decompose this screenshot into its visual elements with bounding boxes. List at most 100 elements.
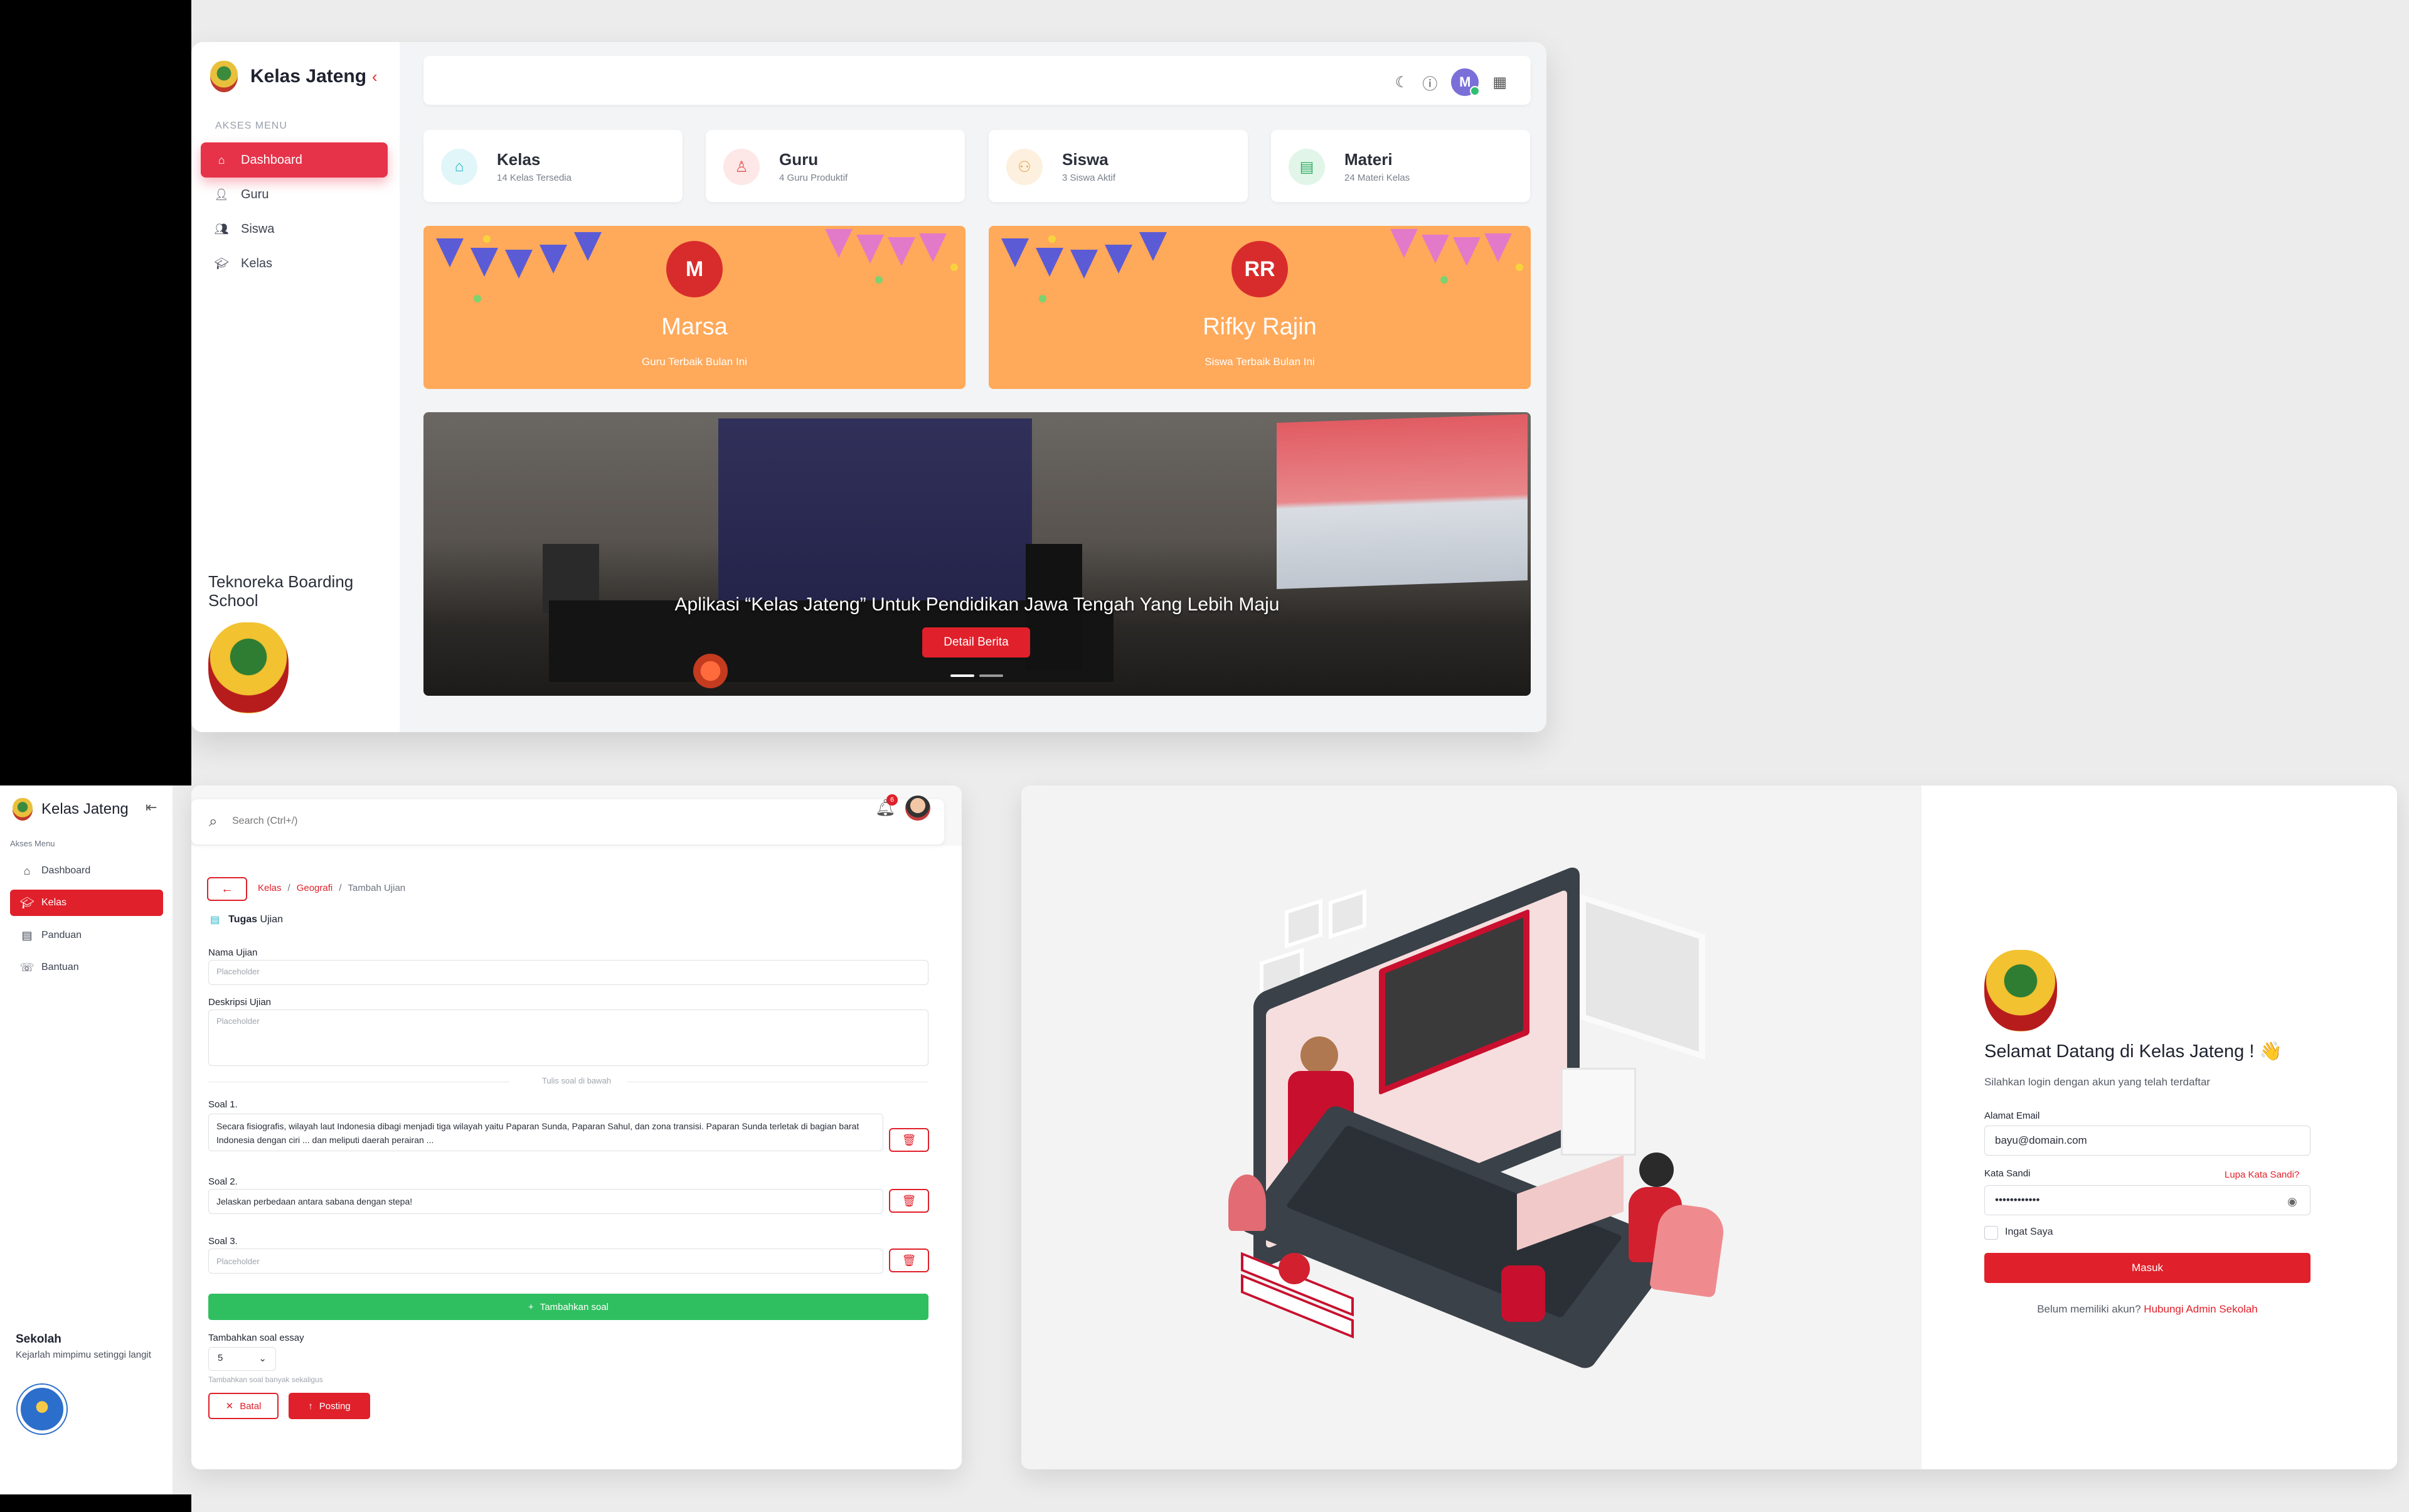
question-input[interactable]: Jelaskan perbedaan antara sabana dengan … <box>208 1189 883 1214</box>
sidebar-item-siswa[interactable]: 👥︎ Siswa <box>201 211 388 247</box>
app-title: Kelas Jateng <box>250 66 367 87</box>
document-icon: ▤ <box>210 915 220 925</box>
avatar-initials: M <box>666 241 723 297</box>
nama-ujian-input[interactable]: Placeholder <box>208 960 928 985</box>
carousel-indicator[interactable] <box>979 674 1003 677</box>
confetti <box>1516 264 1523 271</box>
forgot-password-link[interactable]: Lupa Kata Sandi? <box>2225 1169 2299 1180</box>
breadcrumb-geografi[interactable]: Geografi <box>297 883 333 893</box>
breadcrumb-kelas[interactable]: Kelas <box>258 883 282 893</box>
password-field[interactable]: •••••••••••• <box>1984 1185 2311 1215</box>
sidebar-item-dashboard[interactable]: ⌂ Dashboard <box>201 142 388 178</box>
help-icon[interactable]: ⓘ <box>1422 72 1437 93</box>
close-icon: ✕ <box>225 1401 234 1412</box>
backdrop-black-left <box>0 0 191 785</box>
sidebar: Kelas Jateng ‹ AKSES MENU ⌂ Dashboard 👤︎… <box>191 42 400 732</box>
book-icon: ▤ <box>1289 149 1325 185</box>
trash-icon: 🗑︎ <box>901 1133 917 1146</box>
delete-question-button[interactable]: 🗑︎ <box>889 1248 929 1272</box>
bunting-flag <box>919 233 947 262</box>
dashboard-screen: Kelas Jateng ‹ AKSES MENU ⌂ Dashboard 👤︎… <box>191 42 1546 732</box>
stat-title: Guru <box>779 150 819 169</box>
topbar: ☾ ⓘ M ▦ <box>423 56 1531 105</box>
stat-card-kelas[interactable]: ⌂ Kelas 14 Kelas Tersedia <box>423 130 683 202</box>
no-account-text: Belum memiliki akun? Hubungi Admin Sekol… <box>1984 1303 2311 1316</box>
sidebar-item-kelas[interactable]: 🎓︎ Kelas <box>10 890 163 916</box>
sidebar-item-kelas[interactable]: 🎓︎ Kelas <box>201 246 388 281</box>
deskripsi-ujian-textarea[interactable]: Placeholder <box>208 1009 928 1066</box>
confetti <box>950 264 958 271</box>
back-button[interactable]: ← <box>207 877 247 901</box>
bunting-flag <box>436 238 464 267</box>
bunting-flag <box>856 235 884 264</box>
confetti <box>1440 276 1448 284</box>
bunting-flag <box>825 229 853 258</box>
remember-checkbox[interactable] <box>1984 1226 1998 1240</box>
add-question-button[interactable]: + Tambahkan soal <box>208 1294 928 1320</box>
window-illustration <box>1580 893 1705 1060</box>
bunting-flag <box>1484 233 1512 262</box>
student-head-illustration <box>1639 1153 1674 1187</box>
question-input[interactable]: Secara fisiografis, wilayah laut Indones… <box>208 1114 883 1151</box>
moon-icon[interactable]: ☾ <box>1395 73 1409 92</box>
illustration-panel <box>1021 785 1922 1469</box>
essay-count-select[interactable]: 5 ⌄ <box>208 1347 276 1371</box>
question-label: Soal 2. <box>208 1176 238 1187</box>
email-field[interactable]: bayu@domain.com <box>1984 1126 2311 1156</box>
stat-card-guru[interactable]: ♙ Guru 4 Guru Produktif <box>706 130 965 202</box>
backdrop-black-bottom <box>0 1494 191 1512</box>
question-input[interactable]: Placeholder <box>208 1248 883 1274</box>
sidebar-item-label: Guru <box>241 187 269 201</box>
collapse-chevron-icon[interactable]: ‹ <box>372 67 378 87</box>
topbar: ⌕ 🔔︎ 6 <box>191 785 962 846</box>
app-logo[interactable]: Kelas Jateng <box>210 61 366 92</box>
breadcrumb-separator: / <box>287 883 290 893</box>
sidebar-item-bantuan[interactable]: ☏ Bantuan <box>10 954 163 981</box>
qr-icon[interactable]: ▦ <box>1492 73 1507 92</box>
sidebar-item-label: Dashboard <box>241 152 302 167</box>
carousel-indicator-active[interactable] <box>950 674 974 677</box>
post-button[interactable]: ↑ Posting <box>289 1393 370 1419</box>
stat-card-siswa[interactable]: ⚇ Siswa 3 Siswa Aktif <box>989 130 1248 202</box>
bunting-flag <box>1036 248 1063 277</box>
bunting-flag <box>471 248 498 277</box>
delete-question-button[interactable]: 🗑︎ <box>889 1189 929 1213</box>
breadcrumb: Kelas / Geografi / Tambah Ujian <box>258 883 405 893</box>
sidebar-item-dashboard[interactable]: ⌂ Dashboard <box>10 858 163 884</box>
nama-ujian-label: Nama Ujian <box>208 947 258 958</box>
section-title-rest: Ujian <box>260 914 283 925</box>
backpack-illustration <box>1501 1265 1545 1322</box>
welcome-subtitle: Silahkan login dengan akun yang telah te… <box>1984 1076 2211 1088</box>
cancel-button[interactable]: ✕ Batal <box>208 1393 279 1419</box>
delete-question-button[interactable]: 🗑︎ <box>889 1128 929 1152</box>
detail-news-button[interactable]: Detail Berita <box>922 627 1030 658</box>
home-icon: ⌂ <box>218 153 225 166</box>
question-label: Soal 3. <box>208 1236 238 1247</box>
home-icon: ⌂ <box>441 149 477 185</box>
jateng-emblem-icon <box>210 61 238 92</box>
contact-admin-link[interactable]: Hubungi Admin Sekolah <box>2144 1303 2257 1315</box>
eye-icon[interactable]: ◉ <box>2287 1195 2297 1208</box>
post-label: Posting <box>319 1400 351 1412</box>
stat-sub: 4 Guru Produktif <box>779 173 848 183</box>
avatar[interactable] <box>905 796 930 821</box>
sidebar-item-guru[interactable]: 👤︎ Guru <box>201 177 388 212</box>
school-name: Teknoreka Boarding School <box>208 572 354 610</box>
welcome-heading: Selamat Datang di Kelas Jateng ! 👋 <box>1984 1041 2282 1062</box>
app-logo[interactable]: Kelas Jateng <box>13 798 129 821</box>
login-button[interactable]: Masuk <box>1984 1253 2311 1283</box>
stat-card-materi[interactable]: ▤ Materi 24 Materi Kelas <box>1271 130 1530 202</box>
avatar[interactable]: M <box>1451 68 1481 96</box>
stat-title: Kelas <box>497 150 541 169</box>
breadcrumb-separator: / <box>339 883 342 893</box>
news-carousel[interactable]: Aplikasi “Kelas Jateng” Untuk Pendidikan… <box>423 412 1531 696</box>
sidebar-item-panduan[interactable]: ▤ Panduan <box>10 922 163 949</box>
stat-title: Materi <box>1344 150 1393 169</box>
sidebar-item-label: Kelas <box>41 897 67 908</box>
menu-caption: Akses Menu <box>10 839 55 848</box>
jateng-emblem-icon <box>1984 950 2057 1031</box>
confetti <box>1039 295 1046 302</box>
collapse-menu-icon[interactable]: ⇤ <box>146 799 157 816</box>
stat-sub: 14 Kelas Tersedia <box>497 173 572 183</box>
search-input[interactable] <box>232 812 734 831</box>
